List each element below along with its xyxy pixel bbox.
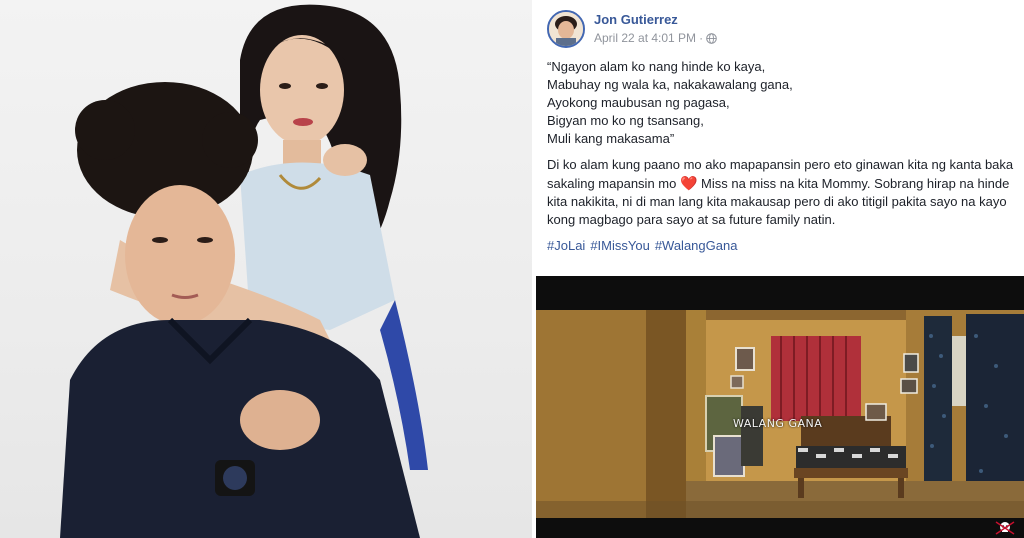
hashtag-list: #JoLai #IMissYou #WalangGana [547, 237, 1017, 255]
video-player[interactable]: WALANG GANA [536, 276, 1024, 538]
post-meta: April 22 at 4:01 PM · [594, 31, 717, 45]
author-avatar[interactable] [547, 10, 585, 48]
post-timestamp[interactable]: April 22 at 4:01 PM [594, 31, 696, 45]
author-name-link[interactable]: Jon Gutierrez [594, 12, 678, 27]
couple-photo [0, 0, 532, 538]
meta-separator: · [699, 31, 704, 45]
channel-logo-icon [994, 520, 1016, 536]
hashtag-link[interactable]: #WalangGana [655, 238, 738, 253]
globe-icon[interactable] [706, 32, 717, 44]
hashtag-link[interactable]: #IMissYou [590, 238, 650, 253]
video-overlay-title: WALANG GANA [733, 417, 823, 430]
hashtag-link[interactable]: #JoLai [547, 238, 585, 253]
post-message: Di ko alam kung paano mo ako mapapansin … [547, 156, 1017, 229]
heart-emoji: ❤️ [679, 175, 698, 191]
post-body: “Ngayon alam ko nang hinde ko kaya, Mabu… [547, 58, 1017, 255]
post-lyrics: “Ngayon alam ko nang hinde ko kaya, Mabu… [547, 59, 793, 146]
